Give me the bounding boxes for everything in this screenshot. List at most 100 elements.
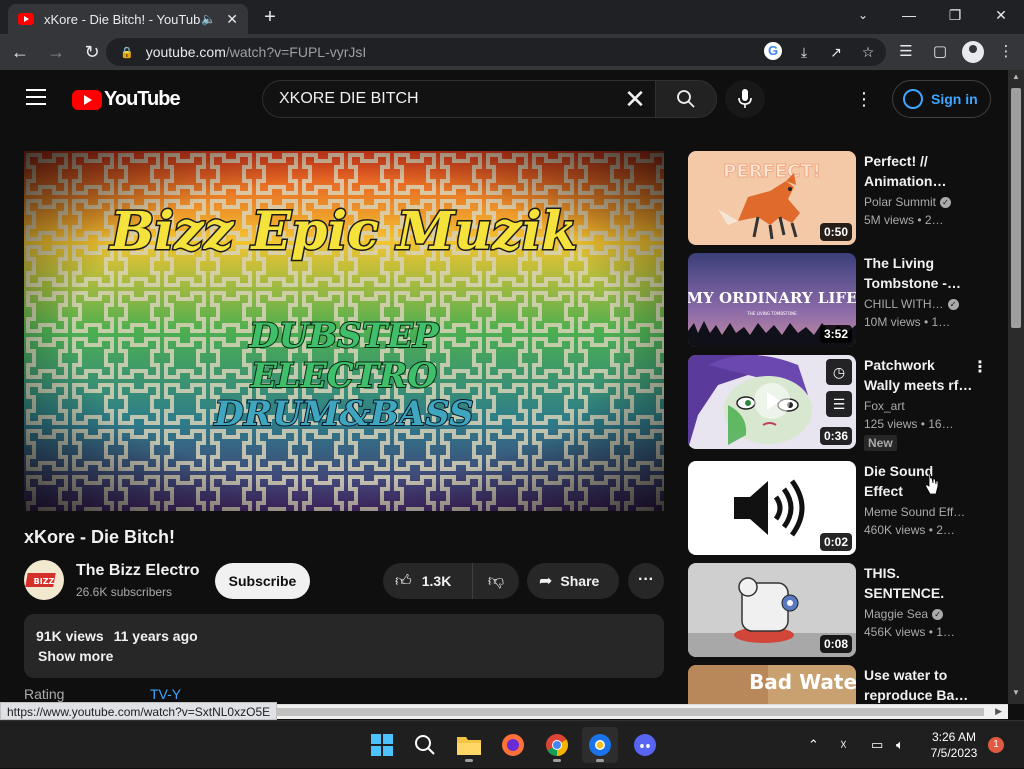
voice-search-button[interactable]: [725, 80, 765, 118]
tab-search-icon[interactable]: ⌄: [848, 0, 878, 30]
new-badge: New: [864, 435, 897, 451]
rec-title[interactable]: Use water to reproduce Ba…: [864, 665, 974, 704]
rec-action-menu-icon[interactable]: ⋮: [972, 357, 988, 377]
add-to-queue-icon[interactable]: ☰: [826, 391, 852, 417]
sign-in-button[interactable]: Sign in: [892, 80, 991, 118]
chrome-icon: [546, 734, 568, 756]
recommendation-item[interactable]: ◷ ☰ 0:36 Patchwork Wally meets rf… ⋮ Fox…: [688, 355, 988, 451]
browser-menu-icon[interactable]: ⋮: [994, 40, 1018, 64]
rec-channel[interactable]: Fox_art: [864, 399, 974, 413]
network-status-icon[interactable]: ☓: [840, 721, 847, 769]
channel-name[interactable]: The Bizz Electro: [76, 562, 200, 580]
dislike-button[interactable]: 👎︎: [473, 572, 519, 591]
new-tab-button[interactable]: +: [258, 4, 282, 30]
svg-text:Bad Water: Bad Water: [749, 670, 856, 694]
google-icon[interactable]: G: [764, 42, 782, 60]
close-window-button[interactable]: ✕: [978, 0, 1024, 30]
subscribe-button[interactable]: Subscribe: [215, 563, 310, 599]
channel-avatar[interactable]: BIZZ: [24, 560, 64, 600]
description-box[interactable]: 91K views 11 years ago Show more: [24, 614, 664, 678]
lock-icon[interactable]: 🔒: [120, 46, 134, 59]
share-page-icon[interactable]: ↗: [826, 42, 846, 62]
show-hidden-icons[interactable]: ⌃: [808, 721, 819, 769]
scroll-up-icon[interactable]: ▲: [1012, 72, 1020, 81]
video-thumbnail[interactable]: PERFECT! 0:50: [688, 151, 856, 245]
horizontal-scrollbar-thumb[interactable]: [274, 708, 984, 716]
chrome-button[interactable]: [539, 727, 575, 763]
rec-channel[interactable]: Maggie Sea ✓: [864, 607, 974, 621]
profile-avatar[interactable]: [962, 41, 984, 63]
start-button[interactable]: [364, 727, 400, 763]
video-thumbnail[interactable]: Bad Water: [688, 665, 856, 704]
recommendation-item[interactable]: Bad Water Use water to reproduce Ba…: [688, 665, 988, 704]
reload-button[interactable]: ↻: [76, 36, 108, 68]
hamburger-menu-icon[interactable]: [26, 89, 46, 105]
rec-title[interactable]: THIS. SENTENCE. IS…: [864, 563, 974, 603]
video-thumbnail[interactable]: 0:02: [688, 461, 856, 555]
rating-value[interactable]: TV-Y: [150, 686, 181, 702]
speaker-icon[interactable]: 🔈: [201, 12, 216, 26]
address-bar[interactable]: 🔒 youtube.com/watch?v=FUPL-vyrJsI G ⤓ ↗ …: [106, 38, 886, 66]
video-thumbnail[interactable]: 0:08: [688, 563, 856, 657]
rec-channel[interactable]: CHILL WITH… ✓: [864, 297, 974, 311]
minimize-button[interactable]: —: [886, 0, 932, 30]
volume-icon[interactable]: 🔈︎: [896, 721, 904, 769]
settings-more-icon[interactable]: ⋮: [852, 88, 876, 112]
side-panel-icon[interactable]: ▢: [928, 40, 952, 64]
like-count: 1.3K: [421, 573, 452, 589]
clock[interactable]: 3:26 AM 7/5/2023: [926, 729, 982, 761]
scroll-right-icon[interactable]: ▶: [995, 706, 1002, 717]
share-button[interactable]: ➦ Share: [527, 563, 619, 599]
video-thumbnail[interactable]: MY ORDINARY LIFE THE LIVING TOMBSTONE 3:…: [688, 253, 856, 347]
search-button[interactable]: [655, 80, 717, 118]
close-tab-icon[interactable]: ✕: [226, 11, 238, 28]
rec-title[interactable]: Perfect! // Animation…: [864, 151, 974, 191]
firefox-button[interactable]: [495, 727, 531, 763]
clear-search-icon[interactable]: ✕: [615, 84, 655, 115]
folder-icon: [457, 737, 481, 755]
watch-later-icon[interactable]: ◷: [826, 359, 852, 385]
like-dislike-group: 👍︎ 1.3K 👎︎: [383, 563, 519, 599]
recommendation-item[interactable]: MY ORDINARY LIFE THE LIVING TOMBSTONE 3:…: [688, 253, 988, 347]
horizontal-scrollbar[interactable]: ▶: [270, 704, 1008, 719]
recommendation-item[interactable]: 0:08 THIS. SENTENCE. IS… Maggie Sea✓ 456…: [688, 563, 988, 657]
rec-title[interactable]: Die Sound Effect: [864, 461, 974, 501]
restore-button[interactable]: ❐: [932, 0, 978, 30]
youtube-logo[interactable]: YouTube: [72, 88, 181, 111]
file-explorer-button[interactable]: [451, 727, 487, 763]
show-more-link[interactable]: Show more: [38, 648, 113, 664]
video-thumbnail[interactable]: ◷ ☰ 0:36: [688, 355, 856, 449]
microphone-icon: [738, 89, 752, 108]
discord-button[interactable]: [627, 727, 663, 763]
video-duration: 0:36: [819, 427, 852, 445]
rec-title[interactable]: Patchwork Wally meets rf…: [864, 355, 974, 395]
browser-tab[interactable]: xKore - Die Bitch! - YouTube 🔈 ✕: [8, 4, 248, 34]
notification-badge[interactable]: 1: [988, 737, 1004, 753]
search-input[interactable]: XKORE DIE BITCH ✕: [262, 80, 656, 118]
search-taskbar-button[interactable]: [407, 727, 443, 763]
forward-button[interactable]: →: [40, 36, 72, 68]
bookmark-star-icon[interactable]: ☆: [858, 42, 878, 62]
rec-title[interactable]: The Living Tombstone -…: [864, 253, 974, 293]
scroll-down-icon[interactable]: ▼: [1012, 688, 1020, 697]
more-actions-button[interactable]: ···: [628, 563, 664, 599]
discord-icon: [634, 734, 656, 756]
recommendation-item[interactable]: PERFECT! 0:50 Perfect! // Animation… Pol…: [688, 151, 988, 245]
browser-app-button[interactable]: [582, 727, 618, 763]
video-meta: 91K views 11 years ago: [36, 628, 198, 644]
video-title: xKore - Die Bitch!: [24, 527, 176, 547]
video-player[interactable]: Bizz Epic Muzik DUBSTEP ELECTRO DRUM&BAS…: [24, 151, 664, 511]
back-button[interactable]: ←: [4, 36, 36, 68]
scrollbar-thumb[interactable]: [1011, 88, 1021, 328]
bizz-logo-icon: BIZZ: [25, 573, 56, 587]
install-app-icon[interactable]: ⤓: [794, 42, 814, 62]
display-icon[interactable]: ▭: [871, 721, 883, 769]
thumbs-up-icon: 👍︎: [395, 572, 412, 590]
search-icon: [677, 90, 695, 108]
recommendation-item[interactable]: 0:02 Die Sound Effect Meme Sound Eff… 46…: [688, 461, 988, 555]
rec-channel[interactable]: Polar Summit ✓: [864, 195, 974, 209]
rec-channel[interactable]: Meme Sound Eff…: [864, 505, 974, 519]
like-button[interactable]: 👍︎ 1.3K: [383, 563, 473, 599]
media-control-icon[interactable]: ☰: [894, 40, 918, 64]
vertical-scrollbar[interactable]: ▲ ▼: [1008, 70, 1024, 704]
